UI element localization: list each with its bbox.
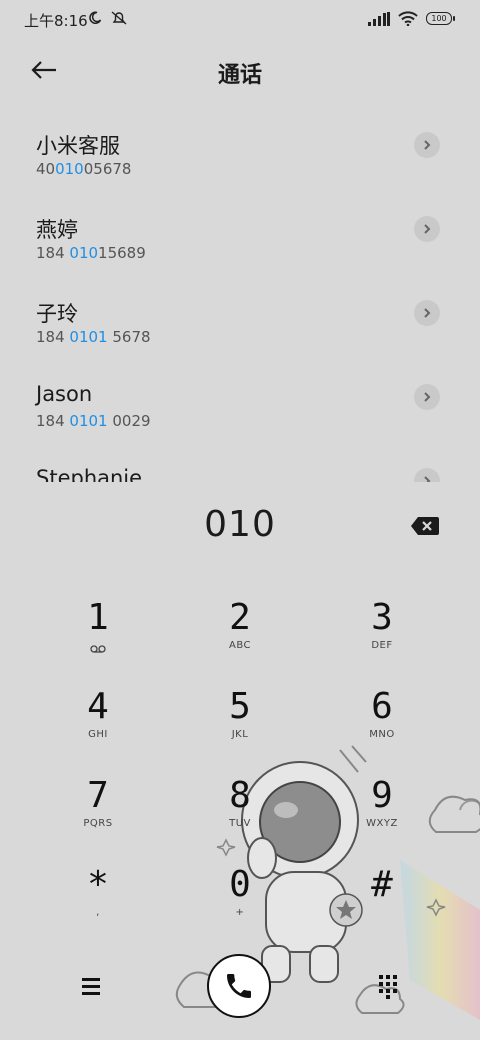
wifi-icon <box>398 11 418 26</box>
contact-number: 4001005678 <box>36 160 132 178</box>
contact-name: Stephanie <box>36 466 143 482</box>
key-8[interactable]: 8 TUV <box>180 776 300 856</box>
muted-bell-icon <box>111 11 127 25</box>
key-9[interactable]: 9 WXYZ <box>322 776 442 856</box>
key-star[interactable]: * , <box>38 865 158 945</box>
key-6[interactable]: 6 MNO <box>322 687 442 767</box>
moon-icon <box>89 11 102 25</box>
chevron-right-icon <box>424 476 431 482</box>
contact-number: 184 0101 5678 <box>36 328 151 346</box>
phone-icon <box>227 974 251 998</box>
detail-button[interactable] <box>414 216 440 242</box>
status-bar: 上午8:16 100 <box>0 0 480 40</box>
detail-button[interactable] <box>414 300 440 326</box>
key-1[interactable]: 1 <box>38 598 158 678</box>
contact-number: 184 01015689 <box>36 244 146 262</box>
chevron-right-icon <box>424 392 431 402</box>
contact-name: 子玲 <box>36 302 78 326</box>
contact-number: 184 0101 0029 <box>36 412 151 430</box>
contact-item[interactable]: 小米客服 4001005678 <box>0 110 480 194</box>
detail-button[interactable] <box>414 132 440 158</box>
page-title: 通话 <box>217 63 262 88</box>
detail-button[interactable] <box>414 468 440 482</box>
contact-name: 小米客服 <box>36 134 120 158</box>
key-5[interactable]: 5 JKL <box>180 687 300 767</box>
call-button[interactable] <box>207 954 271 1018</box>
contact-item[interactable]: Stephanie <box>0 446 480 482</box>
contact-name: Jason <box>36 382 93 406</box>
status-time: 上午8:16 <box>24 12 88 30</box>
bottom-bar <box>0 950 480 1030</box>
chevron-right-icon <box>424 140 431 150</box>
menu-icon <box>82 978 100 995</box>
dial-entry: 010 <box>0 496 480 556</box>
backspace-icon <box>411 517 439 535</box>
key-hash[interactable]: # <box>322 865 442 945</box>
dialed-number: 010 <box>204 504 276 545</box>
battery-icon: 100 <box>426 12 455 25</box>
contact-list[interactable]: 小米客服 4001005678 燕婷 184 01015689 子玲 184 0… <box>0 110 480 482</box>
backspace-button[interactable] <box>410 516 440 536</box>
key-0[interactable]: 0 + <box>180 865 300 945</box>
signal-icon <box>368 11 390 26</box>
chevron-right-icon <box>424 308 431 318</box>
keypad-toggle-button[interactable] <box>374 972 402 1000</box>
header: 通话 <box>0 40 480 100</box>
key-3[interactable]: 3 DEF <box>322 598 442 678</box>
contact-item[interactable]: 子玲 184 0101 5678 <box>0 278 480 362</box>
dialpad-icon <box>379 975 397 999</box>
key-4[interactable]: 4 GHI <box>38 687 158 767</box>
detail-button[interactable] <box>414 384 440 410</box>
contact-item[interactable]: Jason 184 0101 0029 <box>0 362 480 446</box>
contact-item[interactable]: 燕婷 184 01015689 <box>0 194 480 278</box>
voicemail-icon <box>90 645 106 653</box>
menu-button[interactable] <box>78 974 106 998</box>
chevron-right-icon <box>424 224 431 234</box>
key-7[interactable]: 7 PQRS <box>38 776 158 856</box>
contact-name: 燕婷 <box>36 218 78 242</box>
key-2[interactable]: 2 ABC <box>180 598 300 678</box>
